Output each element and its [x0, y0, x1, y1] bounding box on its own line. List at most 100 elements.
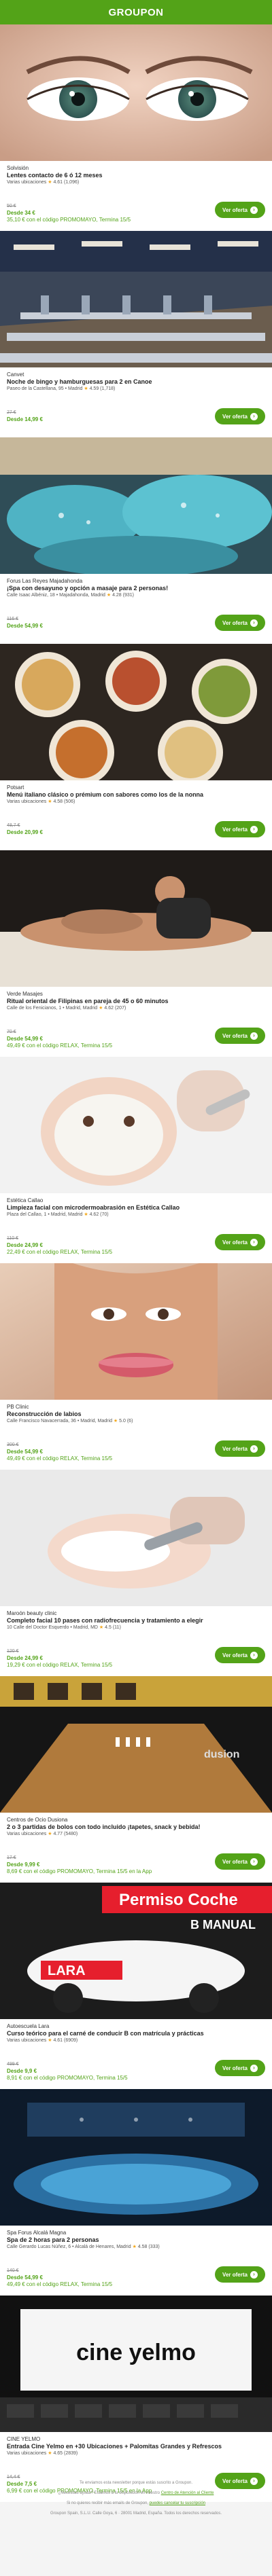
- deal-title[interactable]: Entrada Cine Yelmo en +30 Ubicaciones + …: [7, 2443, 265, 2450]
- deal-rating: 4.61: [53, 2038, 63, 2043]
- deal-rating: 4.59: [89, 386, 99, 391]
- unsubscribe-link[interactable]: puedes cancelar tu suscripción: [150, 2501, 205, 2505]
- italian-food-image[interactable]: [0, 644, 272, 780]
- view-offer-button[interactable]: Ver oferta ›: [215, 2060, 265, 2076]
- view-offer-button[interactable]: Ver oferta ›: [215, 1440, 265, 1457]
- deal-title[interactable]: ¡Spa con desayuno y opción a masaje para…: [7, 585, 265, 592]
- arrow-right-icon: ›: [250, 1032, 258, 1040]
- view-offer-label: Ver oferta: [222, 206, 248, 213]
- deal-card: Canvet Noche de bingo y hamburguesas par…: [0, 231, 272, 437]
- deal-price: Desde 54,99 €: [7, 1036, 43, 1042]
- footer: Te enviamos esta newsletter porque estás…: [0, 2472, 272, 2576]
- deal-location: Calle de los Fenicianos, 1 • Madrid, Mad…: [7, 1005, 265, 1012]
- view-offer-button[interactable]: Ver oferta ›: [215, 1028, 265, 1044]
- bingo-hall-image[interactable]: [0, 231, 272, 367]
- deal-reviews: (6): [126, 1419, 133, 1423]
- deal-promo: 22,49 € con el código RELAX, Termina 15/…: [7, 1249, 113, 1255]
- view-offer-button[interactable]: Ver oferta ›: [215, 1647, 265, 1663]
- footer-line-3: Si no quieres recibir más emails de Grou…: [66, 2501, 206, 2505]
- deal-rating: 4.77: [53, 1832, 63, 1836]
- driving-school-image[interactable]: Permiso Coche B MANUAL LARA: [0, 1883, 272, 2019]
- facial-treatment-image[interactable]: [0, 1470, 272, 1606]
- bowling-image[interactable]: dusion: [0, 1676, 272, 1813]
- view-offer-button[interactable]: Ver oferta ›: [215, 1853, 265, 1870]
- deal-title[interactable]: Curso teórico para el carné de conducir …: [7, 2030, 265, 2037]
- deal-title[interactable]: Reconstrucción de labios: [7, 1411, 265, 1418]
- deal-title[interactable]: Spa de 2 horas para 2 personas: [7, 2236, 265, 2244]
- deal-price: Desde 24,99 €: [7, 1242, 43, 1248]
- deal-info: Centros de Ocio Dusiona 2 o 3 partidas d…: [0, 1814, 272, 1883]
- deal-location-text: Varias ubicaciones: [7, 799, 47, 804]
- deal-rating: 4.62: [104, 1006, 114, 1011]
- deal-rating: 4.58: [53, 799, 63, 804]
- deal-promo: 49,49 € con el código RELAX, Termina 15/…: [7, 2281, 113, 2287]
- deal-price: Desde 24,99 €: [7, 1655, 43, 1661]
- view-offer-label: Ver oferta: [222, 1239, 248, 1246]
- view-offer-label: Ver oferta: [222, 1445, 248, 1452]
- deal-card: Spa Forus Alcalá Magna Spa de 2 horas pa…: [0, 2089, 272, 2296]
- deal-location: Varias ubicaciones ★ 4.61 (1,096): [7, 179, 265, 186]
- deal-merchant: Verde Masajes: [7, 991, 43, 997]
- deal-title[interactable]: Ritual oriental de Filipinas en pareja d…: [7, 998, 265, 1005]
- deal-info: Potsart Menú italiano clásico o prémium …: [0, 782, 272, 850]
- deal-card: Forus Las Reyes Majadahonda ¡Spa con des…: [0, 437, 272, 644]
- groupon-logo[interactable]: GROUPON: [108, 7, 163, 18]
- deal-price-box: 140 € Desde 54,99 € 49,49 € con el códig…: [7, 2268, 170, 2288]
- deal-info: Spa Forus Alcalá Magna Spa de 2 horas pa…: [0, 2227, 272, 2296]
- deal-original-price: 499 €: [7, 2062, 19, 2067]
- view-offer-button[interactable]: Ver oferta ›: [215, 2266, 265, 2283]
- deal-location-text: Calle Francisco Navacerrada, 36 • Madrid…: [7, 1419, 112, 1423]
- lips-image[interactable]: [0, 1263, 272, 1400]
- deal-reviews: (70): [100, 1212, 109, 1217]
- deal-title[interactable]: Completo facial 10 pases con radiofrecue…: [7, 1617, 265, 1625]
- deal-location-text: Calle de los Fenicianos, 1 • Madrid, Mad…: [7, 1006, 98, 1011]
- view-offer-button[interactable]: Ver oferta ›: [215, 202, 265, 218]
- deal-reviews: (2839): [64, 2451, 78, 2456]
- facial-image[interactable]: [0, 1057, 272, 1193]
- deal-location-text: Plaza del Callao, 1 • Madrid, Madrid: [7, 1212, 83, 1217]
- deal-title[interactable]: Menú italiano clásico o prémium con sabo…: [7, 791, 265, 799]
- customer-service-link[interactable]: Centro de Atención al Cliente: [161, 2491, 214, 2495]
- deal-rating: 4.5: [105, 1625, 112, 1630]
- deal-title[interactable]: Noche de bingo y hamburguesas para 2 en …: [7, 378, 265, 386]
- view-offer-label: Ver oferta: [222, 1652, 248, 1658]
- deal-title[interactable]: Limpieza facial con microdermoabrasión e…: [7, 1204, 265, 1212]
- cinema-image[interactable]: cine yelmo: [0, 2296, 272, 2432]
- arrow-right-icon: ›: [250, 2270, 258, 2279]
- deal-title[interactable]: 2 o 3 partidas de bolos con todo incluid…: [7, 1824, 265, 1831]
- star-icon: ★: [99, 1006, 103, 1011]
- view-offer-button[interactable]: Ver oferta ›: [215, 821, 265, 837]
- deal-price: Desde 20,99 €: [7, 829, 43, 835]
- deal-original-price: 70 €: [7, 1030, 16, 1034]
- footer-line-2: ¿Necesitas ayuda? Estamos a tu disposici…: [58, 2491, 214, 2495]
- massage-image[interactable]: [0, 850, 272, 987]
- eyes-image[interactable]: [0, 24, 272, 161]
- deal-location: Plaza del Callao, 1 • Madrid, Madrid ★ 4…: [7, 1212, 265, 1218]
- deal-title[interactable]: Lentes contacto de 6 ó 12 meses: [7, 172, 265, 179]
- deal-rating: 4.28: [112, 593, 122, 598]
- deal-original-price: 116 €: [7, 617, 18, 621]
- view-offer-button[interactable]: Ver oferta ›: [215, 615, 265, 631]
- deal-rating: 4.65: [53, 2451, 63, 2456]
- deal-promo: 8,69 € con el código PROMOMAYO, Termina …: [7, 1868, 152, 1874]
- deal-rating: 4.58: [137, 2245, 148, 2249]
- view-offer-button[interactable]: Ver oferta ›: [215, 1234, 265, 1250]
- deal-card: cine yelmo CINE YELMO Entrada Cine Yelmo…: [0, 2296, 272, 2502]
- spa-pool-image[interactable]: [0, 437, 272, 574]
- deal-price: Desde 9,9 €: [7, 2068, 37, 2074]
- deal-location: Paseo de la Castellana, 95 • Madrid ★ 4.…: [7, 386, 265, 393]
- deal-price-box: 70 € Desde 54,99 € 49,49 € con el código…: [7, 1029, 170, 1049]
- spa-image[interactable]: [0, 2089, 272, 2226]
- star-icon: ★: [48, 180, 52, 185]
- star-icon: ★: [113, 1419, 118, 1423]
- deal-info: Autoescuela Lara Curso teórico para el c…: [0, 2020, 272, 2089]
- view-offer-label: Ver oferta: [222, 1858, 248, 1865]
- deal-original-price: 300 €: [7, 1443, 19, 1447]
- view-offer-label: Ver oferta: [222, 619, 248, 626]
- deal-card: Estética Callao Limpieza facial con micr…: [0, 1057, 272, 1263]
- deal-price: Desde 54,99 €: [7, 623, 43, 629]
- view-offer-button[interactable]: Ver oferta ›: [215, 408, 265, 424]
- deal-merchant: Spa Forus Alcalá Magna: [7, 2230, 67, 2236]
- star-icon: ★: [48, 2038, 52, 2043]
- arrow-right-icon: ›: [250, 206, 258, 214]
